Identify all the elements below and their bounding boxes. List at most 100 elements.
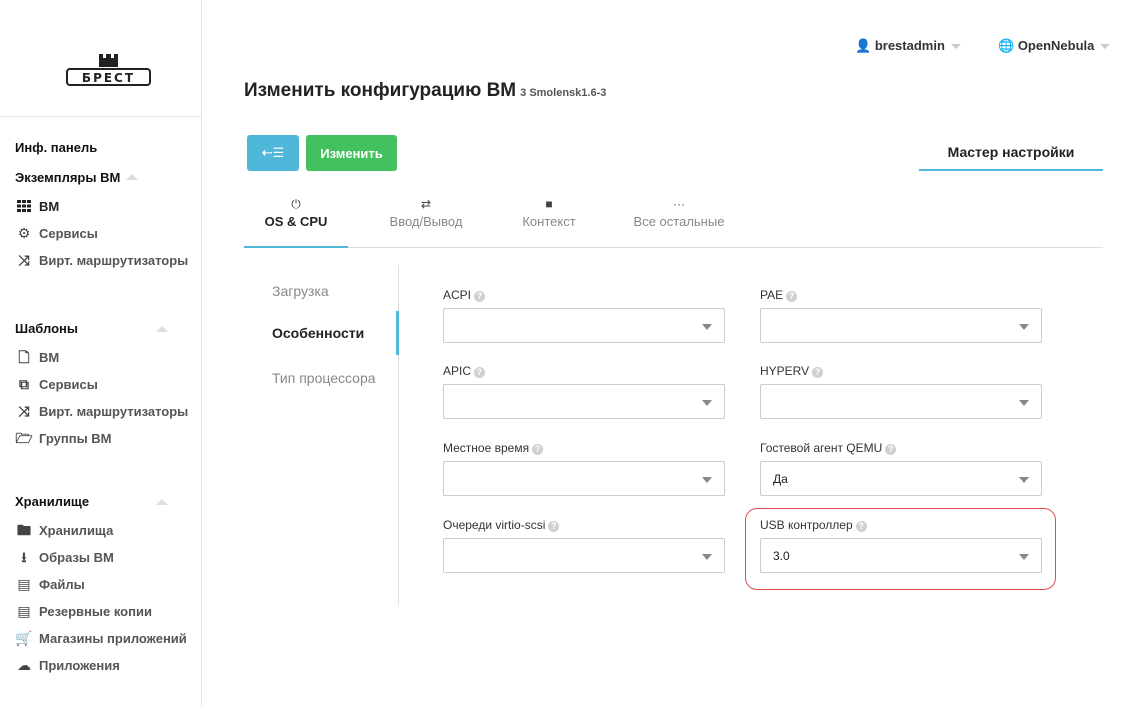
sidebar-item-vrouter-templates[interactable]: ⤨ Вирт. маршрутизаторы [0,398,202,425]
vertical-tabs: Загрузка Особенности Тип процессора [262,265,399,605]
virtio-queues-select[interactable] [443,538,725,573]
vtab-boot[interactable]: Загрузка [262,283,399,313]
help-icon[interactable]: ? [532,444,544,455]
help-icon[interactable]: ? [548,521,560,532]
collapse-icon [156,499,168,505]
field-label: PAE? [760,288,1042,304]
sidebar-section-instances[interactable]: Экземпляры ВМ [0,163,202,193]
field-label-text: Местное время [443,441,530,455]
sidebar-item-label: Файлы [39,577,85,592]
sidebar-item-files[interactable]: ▤ Файлы [0,571,202,598]
cloud-icon: ☁ [17,657,31,673]
pae-field: PAE? [760,288,1042,343]
help-icon[interactable]: ? [812,367,824,378]
zone-menu[interactable]: 🌐 OpenNebula [998,38,1111,54]
main-tabs: ⏻ OS & CPU ⇄ Ввод/Вывод ■ Контекст ··· В… [244,192,1103,248]
help-icon[interactable]: ? [474,367,486,378]
update-button[interactable]: Изменить [306,135,397,171]
tab-other[interactable]: ··· Все остальные [616,192,742,248]
sidebar-item-vm-groups[interactable]: 🗁 Группы ВМ [0,425,202,452]
sidebar-item-label: Сервисы [39,226,98,241]
sidebar-item-service-templates[interactable]: ⧉ Сервисы [0,371,202,398]
sidebar-storage: Хранилище 🖿 Хранилища ⭳ Образы ВМ ▤ Файлы ▤… [0,487,202,679]
back-to-list-button[interactable]: ⇠☰ [247,135,299,171]
vtab-features[interactable]: Особенности [262,311,399,355]
sidebar-item-apps[interactable]: ☁ Приложения [0,652,202,679]
logo-area: БРЕСТ [0,0,202,117]
hyperv-field: HYPERV? [760,364,1042,419]
apic-field: APIC? [443,364,725,419]
chevron-down-icon [702,400,712,406]
apic-select[interactable] [443,384,725,419]
services-icon: ⚙ [17,225,31,241]
tab-os-cpu[interactable]: ⏻ OS & CPU [244,192,348,248]
field-label-text: PAE [760,288,784,302]
router-icon: ⤨ [18,403,30,419]
localtime-select[interactable] [443,461,725,496]
sidebar-item-label: ВМ [39,199,60,214]
sidebar-item-images[interactable]: ⭳ Образы ВМ [0,544,202,571]
sidebar-item-marketplaces[interactable]: 🛒 Магазины приложений [0,625,202,652]
wizard-tab[interactable]: Мастер настройки [919,133,1103,171]
pae-select[interactable] [760,308,1042,343]
hyperv-select[interactable] [760,384,1042,419]
sidebar-item-services[interactable]: ⚙ Сервисы [0,220,202,247]
chevron-down-icon [950,44,961,50]
sidebar-item-label: Магазины приложений [39,631,187,646]
field-label: ACPI? [443,288,725,304]
archive-icon: ▤ [17,576,31,592]
acpi-select[interactable] [443,308,725,343]
router-icon: ⤨ [18,252,30,268]
ellipsis-icon: ··· [673,197,685,211]
sidebar-item-label: Образы ВМ [39,550,114,565]
globe-icon: 🌐 [998,38,1015,53]
tab-io[interactable]: ⇄ Ввод/Вывод [374,192,478,248]
virtio-queues-field: Очереди virtio-scsi? [443,518,725,573]
sidebar-section-templates[interactable]: Шаблоны [0,314,202,344]
tab-label: Контекст [522,214,576,229]
chevron-down-icon [1019,477,1029,483]
chevron-down-icon [1019,400,1029,406]
help-icon[interactable]: ? [885,444,897,455]
user-icon: 👤 [855,38,872,53]
sidebar-item-dashboard[interactable]: Инф. панель [0,133,202,163]
folder-icon: 🖿 [17,522,31,538]
page-title-text: Изменить конфигурацию ВМ [244,80,517,101]
collapse-icon [126,173,139,180]
download-icon: ⭳ [21,549,27,565]
sidebar-section-storage[interactable]: Хранилище [0,487,202,517]
field-label-text: Гостевой агент QEMU [760,441,883,455]
sidebar-item-vms[interactable]: ВМ [0,193,202,220]
tab-label: Все остальные [633,214,725,229]
sidebar-item-datastores[interactable]: 🖿 Хранилища [0,517,202,544]
exchange-icon: ⇄ [420,197,432,211]
sidebar-item-label: Вирт. маршрутизаторы [39,404,189,419]
acpi-field: ACPI? [443,288,725,343]
sidebar-item-vm-templates[interactable]: 🗋 ВМ [0,344,202,371]
vtab-cpu-type[interactable]: Тип процессора [262,370,382,386]
help-icon[interactable]: ? [786,291,798,302]
section-label: Шаблоны [15,321,78,336]
field-label-text: ACPI [443,288,472,302]
user-menu[interactable]: 👤 brestadmin [855,38,961,54]
collapse-icon [156,326,168,332]
field-label-text: Очереди virtio-scsi [443,518,546,532]
section-label: Хранилище [15,494,90,509]
field-label: HYPERV? [760,364,1042,380]
sidebar-templates: Шаблоны 🗋 ВМ ⧉ Сервисы ⤨ Вирт. маршрутизато… [0,314,202,452]
sidebar-item-backups[interactable]: ▤ Резервные копии [0,598,202,625]
highlight-outline [745,508,1056,590]
section-label: Экземпляры ВМ [15,170,121,185]
chevron-down-icon [702,554,712,560]
brest-logo[interactable]: БРЕСТ [60,52,157,90]
zone-name: OpenNebula [1017,38,1095,53]
sidebar-item-label: Хранилища [39,523,114,538]
svg-text:БРЕСТ: БРЕСТ [82,71,135,85]
tab-label: OS & CPU [264,214,328,229]
localtime-field: Местное время? [443,441,725,496]
tab-context[interactable]: ■ Контекст [506,192,592,248]
page-subtitle: 3 Smolensk1.6-3 [520,87,607,99]
guest-agent-select[interactable]: Да [760,461,1042,496]
help-icon[interactable]: ? [474,291,486,302]
sidebar-item-vrouters[interactable]: ⤨ Вирт. маршрутизаторы [0,247,202,274]
